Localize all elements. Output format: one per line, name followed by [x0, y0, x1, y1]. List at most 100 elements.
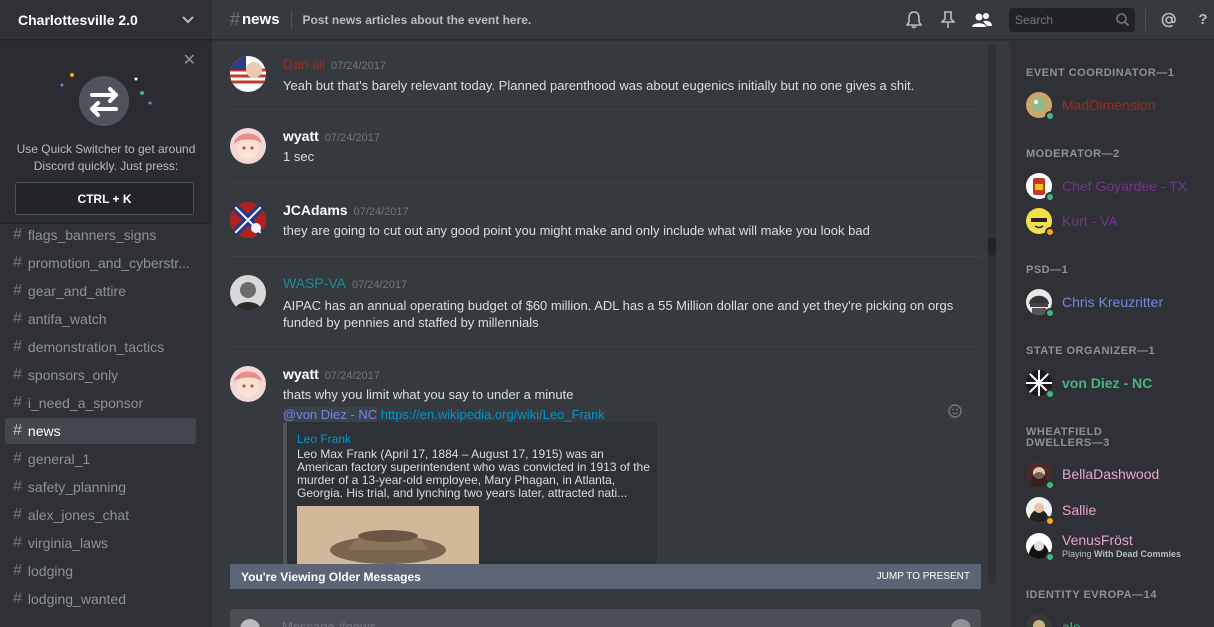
hash-icon: #: [13, 366, 22, 383]
avatar: [1026, 208, 1055, 237]
message-author[interactable]: JCAdams: [283, 202, 348, 218]
member-item[interactable]: ale: [1026, 614, 1212, 627]
search-input[interactable]: Search: [1009, 7, 1135, 32]
header-divider: [290, 9, 292, 30]
avatar: [1026, 533, 1055, 562]
message-link[interactable]: https://en.wikipedia.org/wiki/Leo_Frank: [381, 407, 605, 422]
hash-icon: #: [13, 338, 22, 355]
channel-item-antifa-watch[interactable]: # antifa_watch: [5, 306, 196, 332]
avatar[interactable]: [230, 275, 266, 311]
hash-icon: #: [13, 478, 22, 495]
scrollbar[interactable]: [988, 44, 996, 584]
search-placeholder: Search: [1015, 12, 1054, 27]
message-line: @von Diez - NC https://en.wikipedia.org/…: [283, 406, 973, 423]
message-text: they are going to cut out any good point…: [283, 223, 870, 238]
channel-header: # news Post news articles about the even…: [212, 0, 1214, 40]
channel-item-flags-banners-signs[interactable]: # flags_banners_signs: [5, 222, 196, 248]
search-icon: [1116, 13, 1129, 26]
pin-icon[interactable]: [937, 9, 959, 31]
message-author[interactable]: WASP-VA: [283, 275, 346, 291]
channel-label: general_1: [27, 451, 91, 467]
member-name: Chris Kreuzritter: [1062, 294, 1164, 310]
channel-item-lodging[interactable]: # lodging: [5, 558, 196, 584]
shortcut-key: CTRL + K: [15, 182, 194, 215]
member-item[interactable]: VenusFröst Playing With Dead Commies: [1026, 532, 1212, 562]
members-icon[interactable]: [971, 9, 993, 31]
channel-label: lodging: [27, 563, 74, 579]
add-reaction-icon[interactable]: [948, 404, 962, 423]
hash-icon: #: [13, 226, 22, 243]
message-author[interactable]: wyatt: [283, 366, 319, 382]
status-idle-icon: [1045, 516, 1055, 526]
close-icon[interactable]: ✕: [183, 53, 196, 69]
channel-list: # flags_banners_signs # promotion_and_cybe…: [0, 220, 212, 614]
member-group-title: IDENTITY EVROPA—14: [1026, 589, 1157, 601]
hash-icon: #: [13, 254, 22, 271]
emoji-icon[interactable]: [951, 619, 971, 627]
member-item[interactable]: MadDimension: [1026, 92, 1212, 121]
avatar[interactable]: [230, 202, 266, 238]
message-timestamp: 07/24/2017: [331, 60, 387, 72]
activity-prefix: Playing: [1062, 549, 1092, 559]
message-author[interactable]: wyatt: [283, 128, 319, 144]
channel-item-general-1[interactable]: # general_1: [5, 446, 196, 472]
avatar: [1026, 497, 1055, 526]
mentions-icon[interactable]: [1158, 9, 1180, 31]
user-mention[interactable]: @von Diez - NC: [283, 407, 378, 422]
avatar: [1026, 173, 1055, 202]
channel-item-gear-and-attire[interactable]: # gear_and_attire: [5, 278, 196, 304]
channel-item-news[interactable]: # news: [5, 418, 196, 444]
member-list: EVENT COORDINATOR—1 MadDimension MODERAT…: [1010, 41, 1214, 627]
message-input[interactable]: Message #news: [230, 609, 981, 627]
link-embed: Leo Frank Leo Max Frank (April 17, 1884 …: [283, 422, 657, 572]
member-item[interactable]: Chef Goyardee - TX: [1026, 173, 1212, 202]
avatar[interactable]: [230, 128, 266, 164]
member-name: BellaDashwood: [1062, 466, 1160, 482]
message: wyatt 07/24/2017 thats why you limit wha…: [230, 366, 982, 587]
message-author[interactable]: Dan iiii: [283, 56, 325, 72]
channel-item-safety-planning[interactable]: # safety_planning: [5, 474, 196, 500]
member-item[interactable]: Sallie: [1026, 497, 1212, 526]
channel-topic: Post news articles about the event here.: [302, 12, 532, 27]
channel-label: alex_jones_chat: [27, 507, 130, 523]
member-item[interactable]: Chris Kreuzritter: [1026, 289, 1212, 318]
guild-header[interactable]: Charlottesville 2.0: [0, 0, 212, 40]
channel-item-demonstration-tactics[interactable]: # demonstration_tactics: [5, 334, 196, 360]
avatar: [1026, 614, 1052, 627]
member-item[interactable]: BellaDashwood: [1026, 461, 1212, 490]
status-online-icon: [1045, 480, 1055, 490]
avatar[interactable]: [230, 366, 266, 402]
jump-to-present-button[interactable]: JUMP TO PRESENT: [877, 571, 970, 582]
quick-switcher-popup: ✕ Use Quick Switcher to get around Disco…: [0, 41, 212, 224]
message-text: 1 sec: [283, 149, 315, 164]
message-timestamp: 07/24/2017: [352, 279, 408, 291]
message-divider: [230, 346, 982, 347]
avatar: [1026, 289, 1055, 318]
channel-item-promotion[interactable]: # promotion_and_cyberstr...: [5, 250, 196, 276]
scrollbar-thumb[interactable]: [988, 238, 996, 256]
embed-title[interactable]: Leo Frank: [297, 432, 351, 446]
channel-item-sponsors-only[interactable]: # sponsors_only: [5, 362, 196, 388]
channel-item-alex-jones-chat[interactable]: # alex_jones_chat: [5, 502, 196, 528]
channel-item-lodging-wanted[interactable]: # lodging_wanted: [5, 586, 196, 612]
hash-icon: #: [13, 310, 22, 327]
channel-item-virginia-laws[interactable]: # virginia_laws: [5, 530, 196, 556]
help-icon[interactable]: ?: [1192, 9, 1214, 31]
channel-sidebar: Charlottesville 2.0 ✕ Use Quick Switcher…: [0, 0, 212, 627]
chevron-down-icon[interactable]: [182, 13, 194, 27]
upload-icon[interactable]: [240, 619, 260, 627]
member-item[interactable]: Kurt - VA: [1026, 208, 1212, 237]
avatar[interactable]: [230, 56, 266, 92]
member-name: von Diez - NC: [1062, 375, 1153, 391]
member-name: Sallie: [1062, 502, 1097, 518]
channel-item-i-need-a-sponsor[interactable]: # i_need_a_sponsor: [5, 390, 196, 416]
member-name: Kurt - VA: [1062, 213, 1118, 229]
member-activity: Playing With Dead Commies: [1062, 548, 1181, 560]
message-timestamp: 07/24/2017: [353, 206, 409, 218]
channel-label: gear_and_attire: [27, 283, 126, 299]
embed-image[interactable]: [297, 506, 479, 572]
message-divider: [230, 109, 982, 110]
message-placeholder: Message #news: [282, 619, 376, 627]
member-item[interactable]: von Diez - NC: [1026, 370, 1212, 399]
bell-icon[interactable]: [903, 9, 925, 31]
